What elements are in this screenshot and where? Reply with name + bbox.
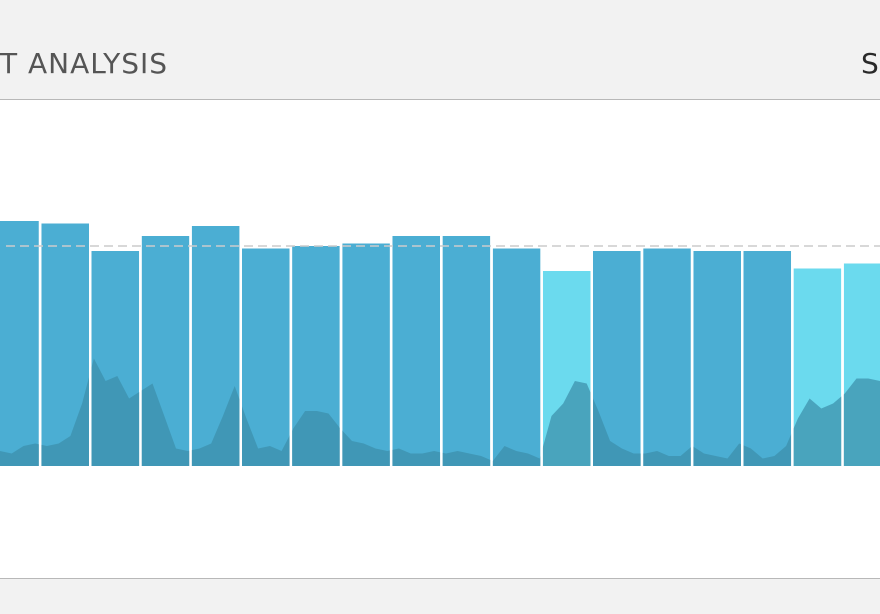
bar-separator-13 xyxy=(640,200,644,466)
bar-separator-9 xyxy=(440,200,443,466)
bar-separator-11 xyxy=(540,200,543,466)
bar-8 xyxy=(392,236,440,466)
bar-separator-12 xyxy=(590,200,593,466)
chart-header: T ANALYSIS S xyxy=(0,0,880,100)
bar-14 xyxy=(693,251,741,466)
bar-13 xyxy=(643,248,691,466)
chart-panel xyxy=(0,100,880,579)
bar-separator-8 xyxy=(389,200,393,466)
bar-separator-17 xyxy=(841,200,844,466)
bar-separator-2 xyxy=(89,200,92,466)
bar-9 xyxy=(442,236,491,466)
chart-footer xyxy=(0,579,880,614)
bar-separator-16 xyxy=(791,200,794,466)
bar-separator-15 xyxy=(741,200,744,466)
bar-separator-3 xyxy=(139,200,142,466)
bar-separator-4 xyxy=(189,200,192,466)
bar-separator-1 xyxy=(38,200,42,466)
bar-chart xyxy=(0,200,880,466)
chart-title: T ANALYSIS xyxy=(0,47,169,80)
bar-7 xyxy=(342,243,390,466)
bar-10 xyxy=(492,248,541,466)
header-right-label: S xyxy=(861,47,879,80)
bar-0 xyxy=(0,221,39,466)
bar-separator-10 xyxy=(490,200,493,466)
bar-separator-5 xyxy=(239,200,242,466)
bar-separator-6 xyxy=(289,200,293,466)
bar-15 xyxy=(743,251,792,466)
bar-separator-7 xyxy=(339,200,343,466)
bar-separator-14 xyxy=(690,200,694,466)
